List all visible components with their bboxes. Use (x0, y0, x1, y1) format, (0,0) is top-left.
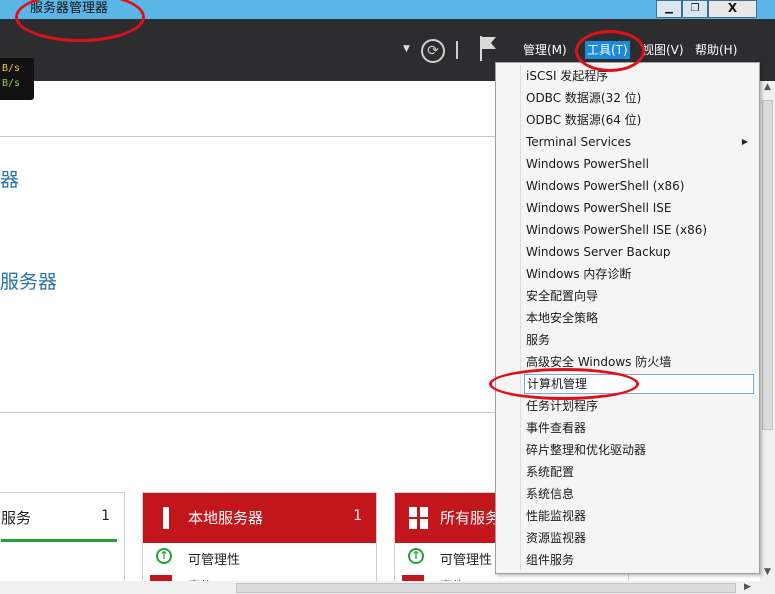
tools-menu-item-label: 服务 (526, 333, 551, 347)
tools-menu-item[interactable]: ODBC 数据源(32 位) (526, 88, 754, 108)
tools-menu-item[interactable]: ODBC 数据源(64 位) (526, 110, 754, 130)
tools-menu-item-label: 组件服务 (526, 553, 575, 567)
up-arrow-circle-icon: ↑ (156, 548, 172, 564)
tools-menu-item[interactable]: 事件查看器 (526, 418, 754, 438)
tools-menu-item[interactable]: 高级安全 Windows 防火墙 (526, 352, 754, 372)
tools-menu-item-label: 本地安全策略 (526, 311, 599, 325)
welcome-heading-fragment: 器 (0, 169, 20, 191)
tools-menu-item-label: ODBC 数据源(32 位) (526, 91, 642, 105)
tools-menu-item[interactable]: 碎片整理和优化驱动器 (526, 440, 754, 460)
tools-menu-item[interactable]: 系统配置 (526, 462, 754, 482)
server-icon (163, 507, 169, 529)
local-server-tile[interactable]: 本地服务器 1 ↑ 可管理性 事件 (142, 492, 377, 584)
minimize-button[interactable]: ▁ (656, 0, 682, 18)
tools-menu-item[interactable]: 资源监视器 (526, 528, 754, 548)
tools-menu-item[interactable]: iSCSI 发起程序 (526, 66, 754, 86)
tile-title: 服务 (1, 509, 32, 527)
window-title: 服务器管理器 (30, 1, 109, 16)
tools-menu-item-label: 计算机管理 (527, 377, 588, 391)
tile-count: 1 (353, 508, 362, 524)
refresh-icon[interactable]: ⟳ (421, 39, 445, 63)
server-group-icon (409, 507, 429, 529)
tile-header: 本地服务器 1 (143, 493, 376, 543)
tools-menu-item[interactable]: Windows Server Backup (526, 242, 754, 262)
scroll-up-arrow-icon[interactable]: ▲ (760, 81, 775, 94)
tools-menu-item[interactable]: 服务 (526, 330, 754, 350)
tools-menu-item[interactable]: 计算机管理 (524, 374, 754, 394)
tools-menu-item-label: Windows 内存诊断 (526, 267, 632, 281)
tile-title: 所有服务 (440, 509, 501, 527)
tools-menu-item-label: Windows PowerShell (x86) (526, 179, 685, 193)
scroll-right-arrow-icon[interactable]: ▶ (740, 581, 755, 594)
tools-menu-item[interactable]: Windows PowerShell (526, 154, 754, 174)
divider (0, 412, 495, 413)
menu-manage[interactable]: 管理(M) (523, 42, 567, 58)
tools-menu-item-label: 高级安全 Windows 防火墙 (526, 355, 672, 369)
tools-menu-item[interactable]: 任务计划程序 (526, 396, 754, 416)
roles-tile[interactable]: 服务 1 (0, 492, 125, 584)
tools-menu-item-label: 性能监视器 (526, 509, 587, 523)
tools-menu-item[interactable]: Windows PowerShell (x86) (526, 176, 754, 196)
tools-menu-item[interactable]: 本地安全策略 (526, 308, 754, 328)
tools-menu-item[interactable]: Terminal Services ▶ (526, 132, 754, 152)
vertical-scroll-thumb[interactable] (762, 100, 773, 430)
tools-menu-item-label: 任务计划程序 (526, 399, 599, 413)
up-arrow-circle-icon: ↑ (408, 548, 424, 564)
scroll-down-arrow-icon[interactable]: ▼ (760, 566, 775, 579)
tools-menu-item[interactable]: 组件服务 (526, 550, 754, 570)
chevron-right-icon: ▶ (741, 137, 748, 146)
tools-menu-item-label: Windows PowerShell ISE (x86) (526, 223, 708, 237)
notification-flag-icon[interactable] (478, 35, 498, 61)
menu-tools[interactable]: 工具(T) (585, 41, 630, 59)
close-button[interactable]: X (708, 0, 757, 18)
tools-menu-item[interactable]: Windows PowerShell ISE (526, 198, 754, 218)
manageability-label[interactable]: 可管理性 (440, 549, 492, 568)
tools-menu-item-label: 安全配置向导 (526, 289, 599, 303)
divider (0, 136, 495, 137)
window-title-bar: 服务器管理器 ▁ ❐ X (0, 0, 775, 19)
tools-menu-item-label: Windows Server Backup (526, 245, 671, 259)
tools-menu-item[interactable]: 安全配置向导 (526, 286, 754, 306)
tools-menu-item-label: 系统配置 (526, 465, 575, 479)
download-speed: B/s (2, 78, 21, 89)
restore-button[interactable]: ❐ (682, 0, 708, 18)
tools-menu-item[interactable]: 性能监视器 (526, 506, 754, 526)
tools-menu-item-label: Windows PowerShell (526, 157, 649, 171)
manageability-label[interactable]: 可管理性 (188, 549, 240, 568)
network-speed-widget: B/s B/s (0, 58, 34, 100)
horizontal-scroll-thumb[interactable] (236, 583, 736, 593)
tools-dropdown-menu: iSCSI 发起程序 ODBC 数据源(32 位) ODBC 数据源(64 位) Te… (495, 62, 760, 574)
menu-help[interactable]: 帮助(H) (695, 42, 737, 58)
status-bar (1, 539, 117, 542)
tools-menu-item-label: 系统信息 (526, 487, 575, 501)
header-separator (456, 41, 458, 59)
tile-count: 1 (101, 508, 110, 524)
tools-menu-item-label: ODBC 数据源(64 位) (526, 113, 642, 127)
navigation-dropdown-caret-icon[interactable]: ▼ (403, 44, 410, 54)
tools-menu-item[interactable]: Windows PowerShell ISE (x86) (526, 220, 754, 240)
add-server-link-fragment[interactable]: 服务器 (0, 267, 57, 294)
upload-speed: B/s (2, 63, 21, 74)
tools-menu-item-label: Terminal Services (526, 135, 632, 149)
tools-menu-item-label: 事件查看器 (526, 421, 587, 435)
tools-menu-item-label: iSCSI 发起程序 (526, 69, 609, 83)
menu-view[interactable]: 视图(V) (642, 42, 684, 58)
tools-menu-item[interactable]: Windows 内存诊断 (526, 264, 754, 284)
tools-menu-item[interactable]: 系统信息 (526, 484, 754, 504)
tools-menu-item-label: 资源监视器 (526, 531, 587, 545)
tools-menu-item-label: 碎片整理和优化驱动器 (526, 443, 647, 457)
menu-icon-gutter (520, 65, 521, 571)
tools-menu-item-label: Windows PowerShell ISE (526, 201, 672, 215)
tile-title: 本地服务器 (188, 509, 264, 527)
tile-header: 服务 1 (0, 493, 124, 543)
